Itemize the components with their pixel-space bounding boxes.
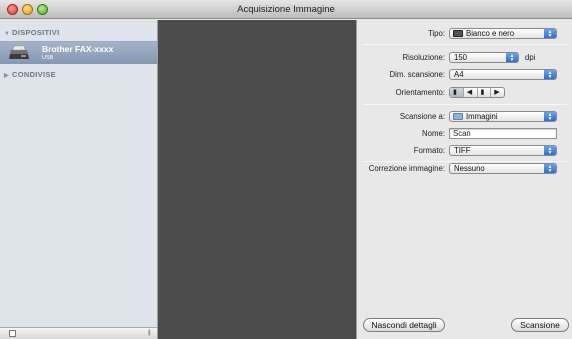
divider	[363, 104, 567, 105]
devices-heading: DISPOSITIVI	[12, 28, 60, 37]
sidebar-item-device[interactable]: Brother FAX-xxxx USB	[0, 41, 157, 64]
orientation-label: Orientamento:	[395, 88, 445, 97]
resize-grip-icon[interactable]: |||	[148, 330, 151, 336]
folder-icon	[453, 113, 463, 120]
resolution-value: 150	[454, 53, 468, 62]
device-connection: USB	[42, 55, 54, 61]
image-capture-window: Acquisizione Immagine ▼ DISPOSITIVI Broth…	[0, 0, 572, 339]
window-title: Acquisizione Immagine	[237, 4, 335, 15]
popup-arrows-icon: ▲ ▼	[544, 164, 556, 174]
resolution-unit: dpi	[525, 53, 536, 62]
portrait-flipped-icon: ▮	[480, 89, 485, 96]
orientation-rotate-right-button[interactable]: ▶	[491, 88, 504, 97]
scan-preview-area[interactable]	[158, 20, 356, 339]
popup-arrows-icon: ▲ ▼	[544, 70, 556, 80]
scan-size-value: A4	[454, 70, 464, 79]
name-field[interactable]: Scan	[449, 128, 557, 139]
scan-to-value: Immagini	[466, 112, 498, 121]
sidebar: ▼ DISPOSITIVI Brother FAX-xxxx USB ▶ CONDI…	[0, 20, 158, 339]
sidebar-add-icon[interactable]	[9, 330, 16, 337]
image-correction-label: Correzione immagine:	[368, 164, 445, 173]
image-correction-popup[interactable]: Nessuno ▲ ▼	[449, 163, 557, 174]
scan-button[interactable]: Scansione	[511, 318, 569, 332]
format-label: Formato:	[413, 146, 445, 155]
shared-heading: CONDIVISE	[12, 70, 56, 79]
orientation-rotate-left-button[interactable]: ◀	[464, 88, 478, 97]
portrait-icon: ▮	[453, 89, 457, 96]
popup-arrows-icon: ▲ ▼	[506, 53, 518, 63]
type-label: Tipo:	[427, 29, 445, 38]
popup-arrows-icon: ▲ ▼	[544, 29, 556, 39]
sidebar-bottom-bar: |||	[0, 327, 157, 339]
scanner-icon	[453, 30, 463, 37]
format-popup[interactable]: TIFF ▲ ▼	[449, 145, 557, 156]
name-value: Scan	[453, 129, 471, 138]
popup-arrows-icon: ▲ ▼	[544, 146, 556, 156]
orientation-flipped-button[interactable]: ▮	[478, 88, 492, 97]
name-label: Nome:	[422, 129, 445, 138]
divider	[363, 161, 567, 162]
disclosure-expanded-icon[interactable]: ▼	[4, 31, 12, 37]
resolution-label: Risoluzione:	[402, 53, 445, 62]
orientation-portrait-button[interactable]: ▮	[450, 88, 464, 97]
hide-details-button[interactable]: Nascondi dettagli	[363, 318, 445, 332]
device-name: Brother FAX-xxxx	[42, 44, 114, 54]
orientation-segmented-control[interactable]: ▮ ◀ ▮ ▶	[449, 87, 505, 98]
scan-to-popup[interactable]: Immagini ▲ ▼	[449, 111, 557, 122]
scan-to-label: Scansione a:	[399, 112, 445, 121]
type-popup[interactable]: Bianco e nero ▲ ▼	[449, 28, 557, 39]
type-value: Bianco e nero	[466, 29, 515, 38]
image-correction-value: Nessuno	[454, 164, 485, 173]
printer-icon	[9, 45, 29, 59]
shared-section-header[interactable]: ▶ CONDIVISE	[4, 70, 56, 79]
format-value: TIFF	[454, 146, 471, 155]
scan-size-label: Dim. scansione:	[389, 70, 445, 79]
scan-size-popup[interactable]: A4 ▲ ▼	[449, 69, 557, 80]
rotate-right-icon: ▶	[494, 89, 500, 96]
scan-settings-panel: Tipo: Bianco e nero ▲ ▼ Risoluzione: 150 …	[356, 20, 572, 339]
resolution-popup[interactable]: 150 ▲ ▼	[449, 52, 519, 63]
title-bar: Acquisizione Immagine	[0, 0, 572, 19]
devices-section-header[interactable]: ▼ DISPOSITIVI	[4, 28, 59, 37]
popup-arrows-icon: ▲ ▼	[544, 112, 556, 122]
disclosure-collapsed-icon[interactable]: ▶	[4, 72, 12, 79]
divider	[363, 44, 567, 45]
rotate-left-icon: ◀	[466, 89, 473, 96]
